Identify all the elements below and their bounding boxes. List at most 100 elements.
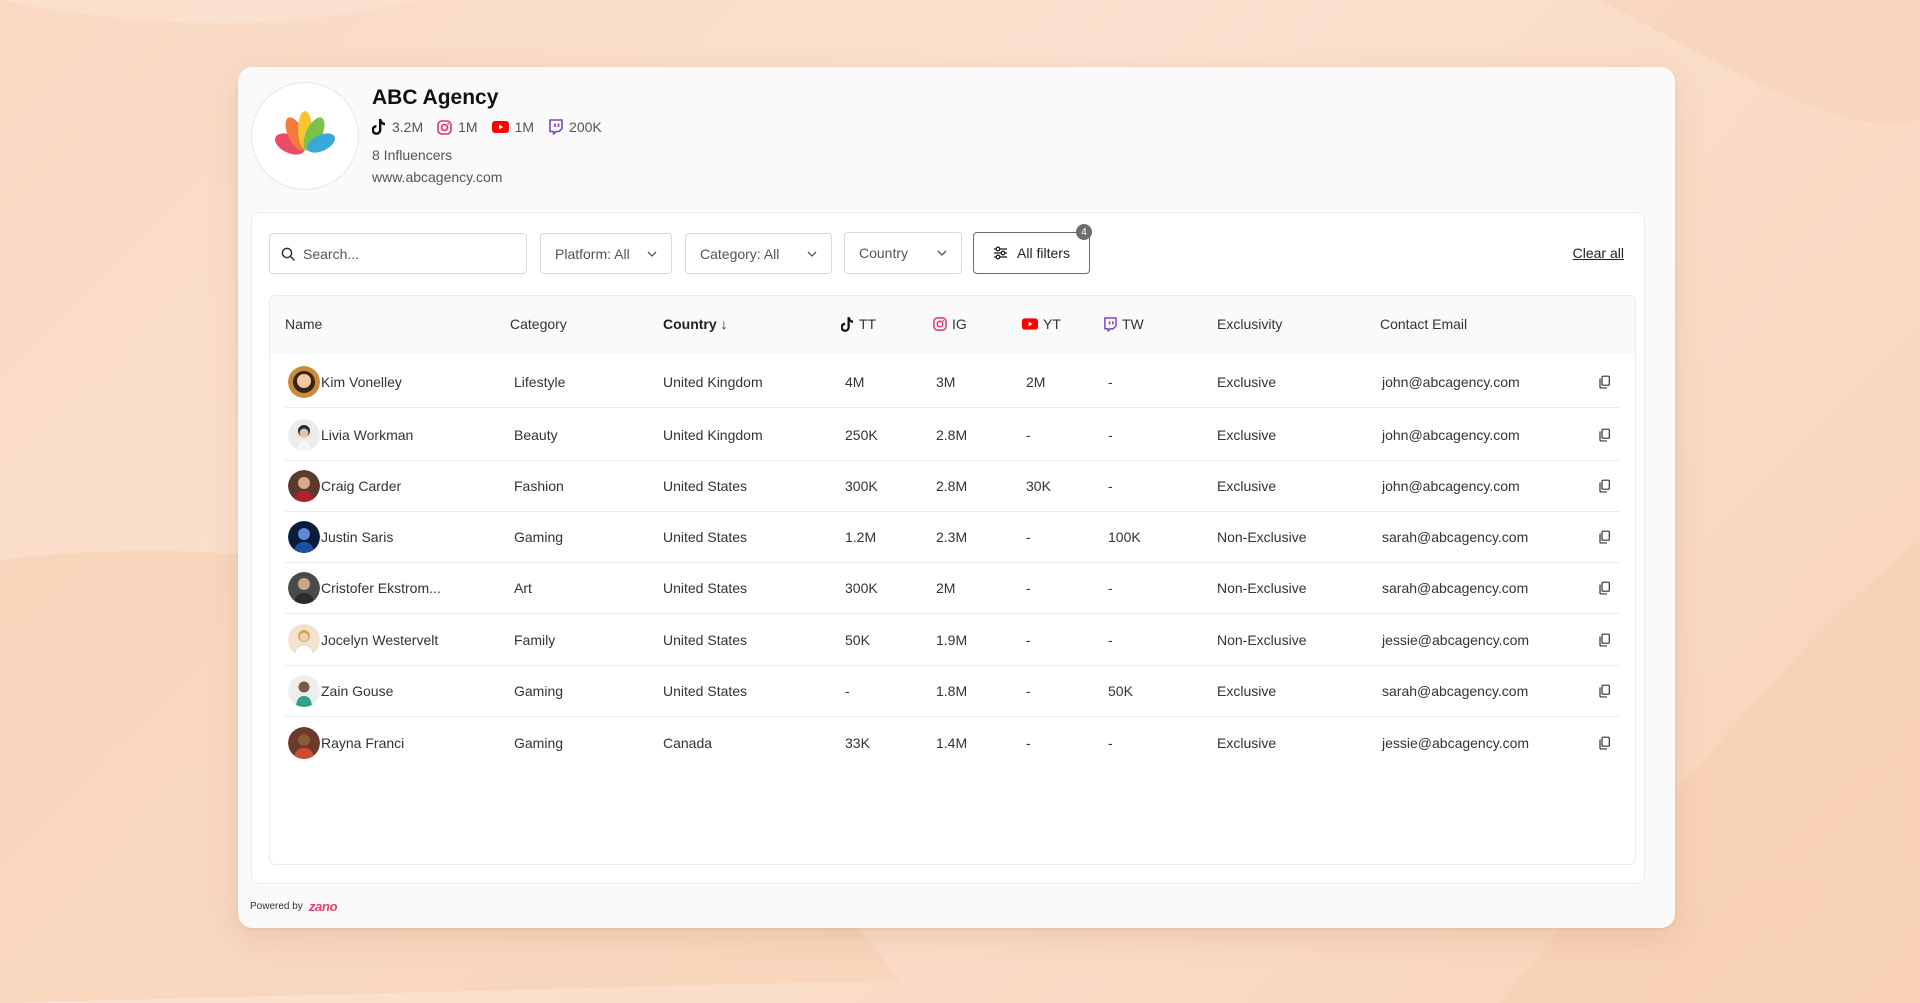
chevron-down-icon (937, 250, 947, 256)
row-email: john@abcagency.com (1382, 478, 1520, 494)
copy-email-button[interactable] (1599, 581, 1610, 595)
copy-email-button[interactable] (1599, 736, 1610, 749)
table-row[interactable]: Rayna Franci Gaming Canada 33K 1.4M - - … (285, 717, 1620, 768)
row-tt: 4M (845, 374, 865, 390)
country-filter-dropdown[interactable]: Country (844, 232, 962, 274)
all-filters-button[interactable]: All filters 4 (973, 224, 1092, 274)
row-tt: - (845, 683, 850, 699)
country-filter-label: Country (859, 245, 909, 261)
agency-name: ABC Agency (372, 86, 499, 109)
filter-bar: Platform: All Category: All Country (269, 224, 1624, 274)
copy-email-button[interactable] (1599, 375, 1610, 389)
category-filter-dropdown[interactable]: Category: All (685, 233, 832, 274)
tiktok-stat: 3.2M (372, 119, 423, 135)
avatar (288, 572, 320, 604)
row-country: United States (663, 478, 748, 494)
row-email: john@abcagency.com (1382, 374, 1520, 390)
header-country-sorted[interactable]: Country ↓ (663, 316, 728, 332)
table-row[interactable]: Livia Workman Beauty United Kingdom 250K… (285, 410, 1620, 461)
avatar (288, 624, 320, 656)
header-instagram[interactable]: IG (933, 316, 967, 332)
header-exclusivity[interactable]: Exclusivity (1217, 316, 1282, 332)
table-row[interactable]: Jocelyn Westervelt Family United States … (285, 615, 1620, 666)
row-tw: - (1108, 734, 1113, 751)
search-box[interactable] (269, 233, 527, 274)
twitch-stat: 200K (548, 119, 602, 135)
instagram-stat: 1M (437, 119, 478, 135)
twitch-count: 200K (569, 119, 602, 135)
active-filters-badge: 4 (1076, 224, 1092, 240)
row-exclusivity: Exclusive (1217, 734, 1277, 751)
copy-icon (1599, 375, 1610, 389)
header-name[interactable]: Name (285, 316, 322, 332)
row-email: john@abcagency.com (1382, 427, 1520, 443)
table-row[interactable]: Craig Carder Fashion United States 300K … (285, 461, 1620, 512)
row-tw: - (1108, 478, 1113, 494)
platform-filter-dropdown[interactable]: Platform: All (540, 233, 672, 274)
search-icon (281, 247, 295, 261)
row-country: United States (663, 580, 748, 596)
row-country: United Kingdom (663, 427, 763, 443)
row-ig: 2.8M (936, 478, 968, 494)
platform-filter-label: Platform: All (555, 245, 630, 262)
table-row[interactable]: Kim Vonelley Lifestyle United Kingdom 4M… (285, 357, 1620, 408)
row-ig: 1.8M (936, 683, 968, 699)
row-exclusivity: Non-Exclusive (1217, 632, 1307, 648)
row-yt: - (1026, 734, 1031, 751)
row-tw: 100K (1108, 529, 1141, 545)
powered-by-label: Powered by (250, 901, 303, 912)
header-tiktok[interactable]: TT (841, 316, 876, 332)
chevron-down-icon (807, 251, 817, 257)
copy-email-button[interactable] (1599, 633, 1610, 647)
zano-brand-link[interactable]: zano (309, 899, 338, 914)
row-name: Livia Workman (321, 427, 414, 443)
row-tw: - (1108, 632, 1113, 648)
instagram-count: 1M (458, 119, 478, 135)
row-email: sarah@abcagency.com (1382, 683, 1529, 699)
copy-email-button[interactable] (1599, 684, 1610, 698)
table-row[interactable]: Zain Gouse Gaming United States - 1.8M -… (285, 666, 1620, 717)
row-category: Gaming (514, 734, 564, 751)
copy-icon (1599, 633, 1610, 647)
row-country: United States (663, 632, 748, 648)
row-tt: 300K (845, 478, 878, 494)
table-row[interactable]: Justin Saris Gaming United States 1.2M 2… (285, 512, 1620, 563)
twitch-icon (1104, 316, 1117, 332)
row-ig: 1.9M (936, 632, 968, 648)
youtube-icon (1022, 318, 1038, 330)
tiktok-icon (372, 119, 385, 135)
header-exclusivity-label: Exclusivity (1217, 316, 1283, 332)
copy-email-button[interactable] (1599, 530, 1610, 544)
row-country: Canada (663, 734, 713, 751)
copy-icon (1599, 428, 1610, 442)
table-row[interactable]: Cristofer Ekstrom... Art United States 3… (285, 563, 1620, 614)
search-input[interactable] (303, 245, 503, 262)
row-name: Cristofer Ekstrom... (321, 580, 441, 596)
agency-website-link[interactable]: www.abcagency.com (372, 169, 502, 185)
row-tt: 300K (845, 580, 878, 596)
row-yt: 30K (1026, 478, 1051, 494)
row-category: Lifestyle (514, 374, 566, 390)
row-email: jessie@abcagency.com (1382, 734, 1530, 751)
clear-all-link[interactable]: Clear all (1573, 245, 1624, 261)
header-contact-email[interactable]: Contact Email (1380, 316, 1467, 332)
copy-icon (1599, 530, 1610, 544)
copy-icon (1599, 581, 1610, 595)
petal-logo-icon (275, 111, 336, 155)
header-tt-label: TT (859, 316, 877, 332)
avatar (288, 675, 320, 707)
tiktok-count: 3.2M (392, 119, 424, 135)
header-youtube[interactable]: YT (1022, 316, 1061, 332)
avatar (288, 470, 320, 502)
row-yt: - (1026, 580, 1031, 596)
all-filters-label: All filters (1017, 245, 1070, 261)
header-twitch[interactable]: TW (1103, 316, 1144, 332)
agency-stats: 3.2M 1M 1M 200K (372, 119, 602, 135)
row-tt: 250K (845, 427, 878, 443)
header-category[interactable]: Category (510, 316, 567, 332)
agency-card: ABC Agency 3.2M 1M 1M 200K 8 Influencers… (238, 67, 1675, 928)
instagram-icon (437, 119, 452, 135)
copy-email-button[interactable] (1599, 479, 1610, 493)
category-filter-label: Category: All (700, 245, 780, 262)
copy-email-button[interactable] (1599, 428, 1610, 442)
